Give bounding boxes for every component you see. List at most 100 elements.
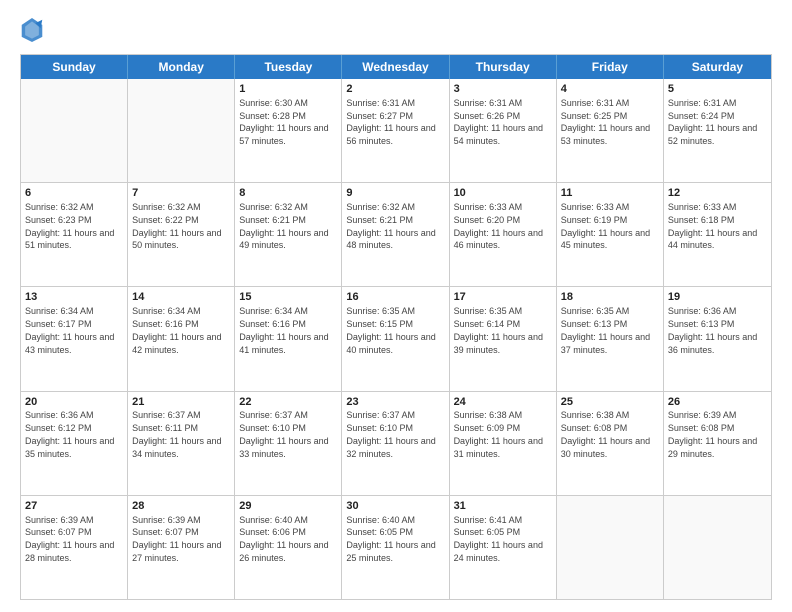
day-cell-15: 15Sunrise: 6:34 AMSunset: 6:16 PMDayligh… bbox=[235, 287, 342, 390]
day-number: 14 bbox=[132, 290, 230, 305]
logo bbox=[20, 16, 48, 44]
day-number: 1 bbox=[239, 82, 337, 97]
day-cell-2: 2Sunrise: 6:31 AMSunset: 6:27 PMDaylight… bbox=[342, 79, 449, 182]
cell-info: Sunrise: 6:31 AMSunset: 6:27 PMDaylight:… bbox=[346, 98, 435, 146]
cell-info: Sunrise: 6:41 AMSunset: 6:05 PMDaylight:… bbox=[454, 515, 543, 563]
cell-info: Sunrise: 6:32 AMSunset: 6:21 PMDaylight:… bbox=[239, 202, 328, 250]
day-number: 20 bbox=[25, 395, 123, 410]
day-number: 5 bbox=[668, 82, 767, 97]
day-cell-29: 29Sunrise: 6:40 AMSunset: 6:06 PMDayligh… bbox=[235, 496, 342, 599]
cell-info: Sunrise: 6:35 AMSunset: 6:15 PMDaylight:… bbox=[346, 306, 435, 354]
day-cell-24: 24Sunrise: 6:38 AMSunset: 6:09 PMDayligh… bbox=[450, 392, 557, 495]
day-cell-3: 3Sunrise: 6:31 AMSunset: 6:26 PMDaylight… bbox=[450, 79, 557, 182]
day-number: 16 bbox=[346, 290, 444, 305]
day-number: 15 bbox=[239, 290, 337, 305]
day-number: 10 bbox=[454, 186, 552, 201]
calendar: SundayMondayTuesdayWednesdayThursdayFrid… bbox=[20, 54, 772, 600]
logo-icon bbox=[20, 16, 44, 44]
cell-info: Sunrise: 6:33 AMSunset: 6:20 PMDaylight:… bbox=[454, 202, 543, 250]
week-row-5: 27Sunrise: 6:39 AMSunset: 6:07 PMDayligh… bbox=[21, 495, 771, 599]
cell-info: Sunrise: 6:30 AMSunset: 6:28 PMDaylight:… bbox=[239, 98, 328, 146]
day-cell-11: 11Sunrise: 6:33 AMSunset: 6:19 PMDayligh… bbox=[557, 183, 664, 286]
day-number: 31 bbox=[454, 499, 552, 514]
day-number: 7 bbox=[132, 186, 230, 201]
cell-info: Sunrise: 6:38 AMSunset: 6:08 PMDaylight:… bbox=[561, 410, 650, 458]
header-day-friday: Friday bbox=[557, 55, 664, 79]
header-day-sunday: Sunday bbox=[21, 55, 128, 79]
day-cell-6: 6Sunrise: 6:32 AMSunset: 6:23 PMDaylight… bbox=[21, 183, 128, 286]
empty-cell bbox=[664, 496, 771, 599]
cell-info: Sunrise: 6:31 AMSunset: 6:24 PMDaylight:… bbox=[668, 98, 757, 146]
day-number: 23 bbox=[346, 395, 444, 410]
cell-info: Sunrise: 6:37 AMSunset: 6:11 PMDaylight:… bbox=[132, 410, 221, 458]
calendar-body: 1Sunrise: 6:30 AMSunset: 6:28 PMDaylight… bbox=[21, 79, 771, 599]
day-number: 13 bbox=[25, 290, 123, 305]
header-day-thursday: Thursday bbox=[450, 55, 557, 79]
day-number: 30 bbox=[346, 499, 444, 514]
empty-cell bbox=[128, 79, 235, 182]
day-cell-4: 4Sunrise: 6:31 AMSunset: 6:25 PMDaylight… bbox=[557, 79, 664, 182]
day-number: 11 bbox=[561, 186, 659, 201]
cell-info: Sunrise: 6:32 AMSunset: 6:22 PMDaylight:… bbox=[132, 202, 221, 250]
day-number: 18 bbox=[561, 290, 659, 305]
day-cell-30: 30Sunrise: 6:40 AMSunset: 6:05 PMDayligh… bbox=[342, 496, 449, 599]
day-cell-21: 21Sunrise: 6:37 AMSunset: 6:11 PMDayligh… bbox=[128, 392, 235, 495]
week-row-4: 20Sunrise: 6:36 AMSunset: 6:12 PMDayligh… bbox=[21, 391, 771, 495]
cell-info: Sunrise: 6:36 AMSunset: 6:13 PMDaylight:… bbox=[668, 306, 757, 354]
header bbox=[20, 16, 772, 44]
cell-info: Sunrise: 6:35 AMSunset: 6:13 PMDaylight:… bbox=[561, 306, 650, 354]
header-day-tuesday: Tuesday bbox=[235, 55, 342, 79]
day-number: 9 bbox=[346, 186, 444, 201]
day-cell-16: 16Sunrise: 6:35 AMSunset: 6:15 PMDayligh… bbox=[342, 287, 449, 390]
header-day-monday: Monday bbox=[128, 55, 235, 79]
header-day-saturday: Saturday bbox=[664, 55, 771, 79]
day-number: 22 bbox=[239, 395, 337, 410]
day-number: 29 bbox=[239, 499, 337, 514]
day-cell-23: 23Sunrise: 6:37 AMSunset: 6:10 PMDayligh… bbox=[342, 392, 449, 495]
day-cell-12: 12Sunrise: 6:33 AMSunset: 6:18 PMDayligh… bbox=[664, 183, 771, 286]
cell-info: Sunrise: 6:37 AMSunset: 6:10 PMDaylight:… bbox=[346, 410, 435, 458]
day-cell-22: 22Sunrise: 6:37 AMSunset: 6:10 PMDayligh… bbox=[235, 392, 342, 495]
cell-info: Sunrise: 6:32 AMSunset: 6:21 PMDaylight:… bbox=[346, 202, 435, 250]
day-cell-27: 27Sunrise: 6:39 AMSunset: 6:07 PMDayligh… bbox=[21, 496, 128, 599]
cell-info: Sunrise: 6:36 AMSunset: 6:12 PMDaylight:… bbox=[25, 410, 114, 458]
cell-info: Sunrise: 6:38 AMSunset: 6:09 PMDaylight:… bbox=[454, 410, 543, 458]
day-cell-1: 1Sunrise: 6:30 AMSunset: 6:28 PMDaylight… bbox=[235, 79, 342, 182]
cell-info: Sunrise: 6:40 AMSunset: 6:05 PMDaylight:… bbox=[346, 515, 435, 563]
day-number: 25 bbox=[561, 395, 659, 410]
cell-info: Sunrise: 6:31 AMSunset: 6:26 PMDaylight:… bbox=[454, 98, 543, 146]
week-row-3: 13Sunrise: 6:34 AMSunset: 6:17 PMDayligh… bbox=[21, 286, 771, 390]
cell-info: Sunrise: 6:40 AMSunset: 6:06 PMDaylight:… bbox=[239, 515, 328, 563]
week-row-1: 1Sunrise: 6:30 AMSunset: 6:28 PMDaylight… bbox=[21, 79, 771, 182]
cell-info: Sunrise: 6:39 AMSunset: 6:07 PMDaylight:… bbox=[25, 515, 114, 563]
day-cell-31: 31Sunrise: 6:41 AMSunset: 6:05 PMDayligh… bbox=[450, 496, 557, 599]
cell-info: Sunrise: 6:34 AMSunset: 6:17 PMDaylight:… bbox=[25, 306, 114, 354]
day-number: 17 bbox=[454, 290, 552, 305]
day-cell-28: 28Sunrise: 6:39 AMSunset: 6:07 PMDayligh… bbox=[128, 496, 235, 599]
cell-info: Sunrise: 6:34 AMSunset: 6:16 PMDaylight:… bbox=[132, 306, 221, 354]
day-cell-13: 13Sunrise: 6:34 AMSunset: 6:17 PMDayligh… bbox=[21, 287, 128, 390]
day-cell-7: 7Sunrise: 6:32 AMSunset: 6:22 PMDaylight… bbox=[128, 183, 235, 286]
day-number: 12 bbox=[668, 186, 767, 201]
day-cell-20: 20Sunrise: 6:36 AMSunset: 6:12 PMDayligh… bbox=[21, 392, 128, 495]
day-cell-10: 10Sunrise: 6:33 AMSunset: 6:20 PMDayligh… bbox=[450, 183, 557, 286]
header-day-wednesday: Wednesday bbox=[342, 55, 449, 79]
cell-info: Sunrise: 6:35 AMSunset: 6:14 PMDaylight:… bbox=[454, 306, 543, 354]
cell-info: Sunrise: 6:39 AMSunset: 6:08 PMDaylight:… bbox=[668, 410, 757, 458]
cell-info: Sunrise: 6:31 AMSunset: 6:25 PMDaylight:… bbox=[561, 98, 650, 146]
day-number: 26 bbox=[668, 395, 767, 410]
day-number: 21 bbox=[132, 395, 230, 410]
page: SundayMondayTuesdayWednesdayThursdayFrid… bbox=[0, 0, 792, 612]
day-number: 4 bbox=[561, 82, 659, 97]
day-number: 28 bbox=[132, 499, 230, 514]
cell-info: Sunrise: 6:37 AMSunset: 6:10 PMDaylight:… bbox=[239, 410, 328, 458]
day-number: 27 bbox=[25, 499, 123, 514]
cell-info: Sunrise: 6:39 AMSunset: 6:07 PMDaylight:… bbox=[132, 515, 221, 563]
day-number: 24 bbox=[454, 395, 552, 410]
calendar-header: SundayMondayTuesdayWednesdayThursdayFrid… bbox=[21, 55, 771, 79]
day-cell-25: 25Sunrise: 6:38 AMSunset: 6:08 PMDayligh… bbox=[557, 392, 664, 495]
day-cell-9: 9Sunrise: 6:32 AMSunset: 6:21 PMDaylight… bbox=[342, 183, 449, 286]
day-cell-19: 19Sunrise: 6:36 AMSunset: 6:13 PMDayligh… bbox=[664, 287, 771, 390]
day-number: 19 bbox=[668, 290, 767, 305]
cell-info: Sunrise: 6:33 AMSunset: 6:18 PMDaylight:… bbox=[668, 202, 757, 250]
